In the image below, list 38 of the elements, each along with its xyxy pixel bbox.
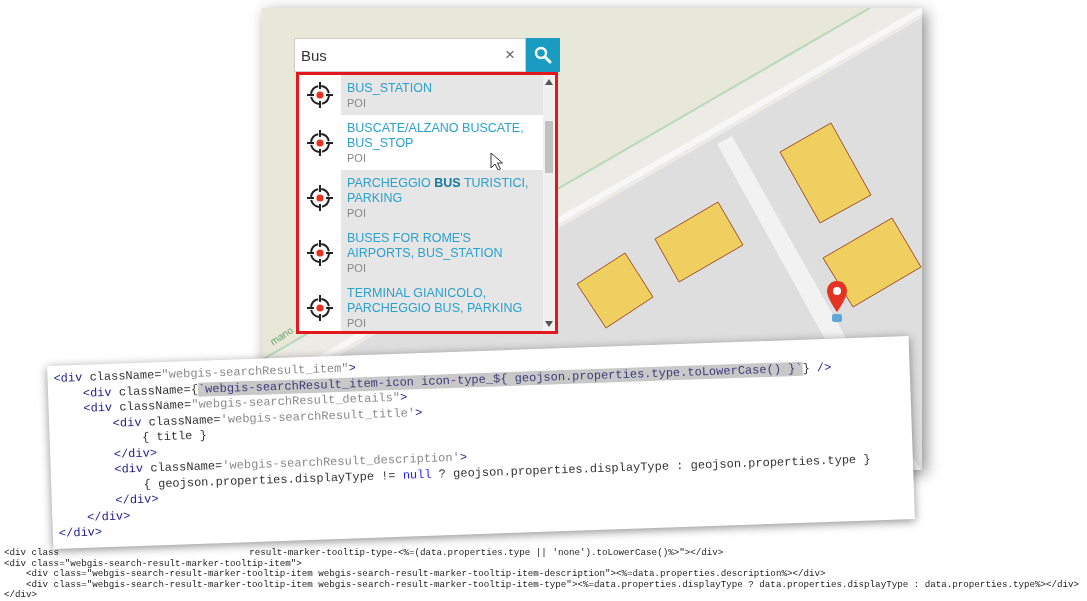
crosshair-icon [306,293,334,322]
code-line: <div class="webgis-search-result-marker-tooltip-item webgis-search-result-marker-tooltip-item-type"><%=data.properties.displayType ? data.properties.displayType : data.properties.type%></div> [25,579,1080,590]
result-title: BUS_STATION [347,81,433,96]
clear-button[interactable]: × [501,45,519,65]
result-title: TERMINAL GIANICOLO, PARCHEGGIO BUS, PARKING [347,286,524,316]
code-line: </div> [58,525,103,543]
result-title: BUSES FOR ROME'S AIRPORTS, BUS_STATION [347,231,504,261]
scroll-down-icon[interactable] [545,321,553,327]
result-type: POI [347,261,366,276]
result-type: POI [347,151,366,166]
street-label: mano [268,324,295,348]
result-title: PARCHEGGIO BUS TURISTICI, PARKING [347,176,530,206]
code-line: <div class="webgis-search-result-marker-tooltip-item webgis-search-result-marker-tooltip-item-description"><%=data.properties.description%></div> [25,569,826,580]
search-value: Bus [301,46,328,64]
scrollbar-thumb[interactable] [545,121,553,173]
crosshair-icon [306,128,334,157]
search-button[interactable] [526,38,560,72]
result-title: BUSCATE/ALZANO BUSCATE, BUS_STOP [347,121,525,151]
code-line: <div class="webgis-search-result-marker-tooltip-item"> [4,558,302,569]
code-line: { title } [140,428,208,447]
code-line: <div class [4,548,60,559]
search-icon [534,46,552,64]
search-field[interactable]: Bus × [294,38,526,72]
result-type: POI [347,96,366,111]
code-line: </div> [4,590,38,601]
map-pin-icon[interactable] [825,280,849,324]
scrollbar[interactable] [543,75,555,331]
result-type: POI [347,316,366,331]
crosshair-icon [306,81,334,109]
scroll-up-icon[interactable] [545,79,553,85]
crosshair-icon [306,183,334,212]
result-type: POI [347,206,366,221]
mouse-cursor-icon [490,152,503,171]
code-line: </div> [85,508,131,527]
code-line: </div> [112,445,158,462]
code-line: result-marker-tooltip-type-<%=(data.properties.type || 'none').toLowerCase()%>"></div> [249,548,724,559]
code-line: </div> [114,492,159,510]
crosshair-icon [306,238,334,267]
